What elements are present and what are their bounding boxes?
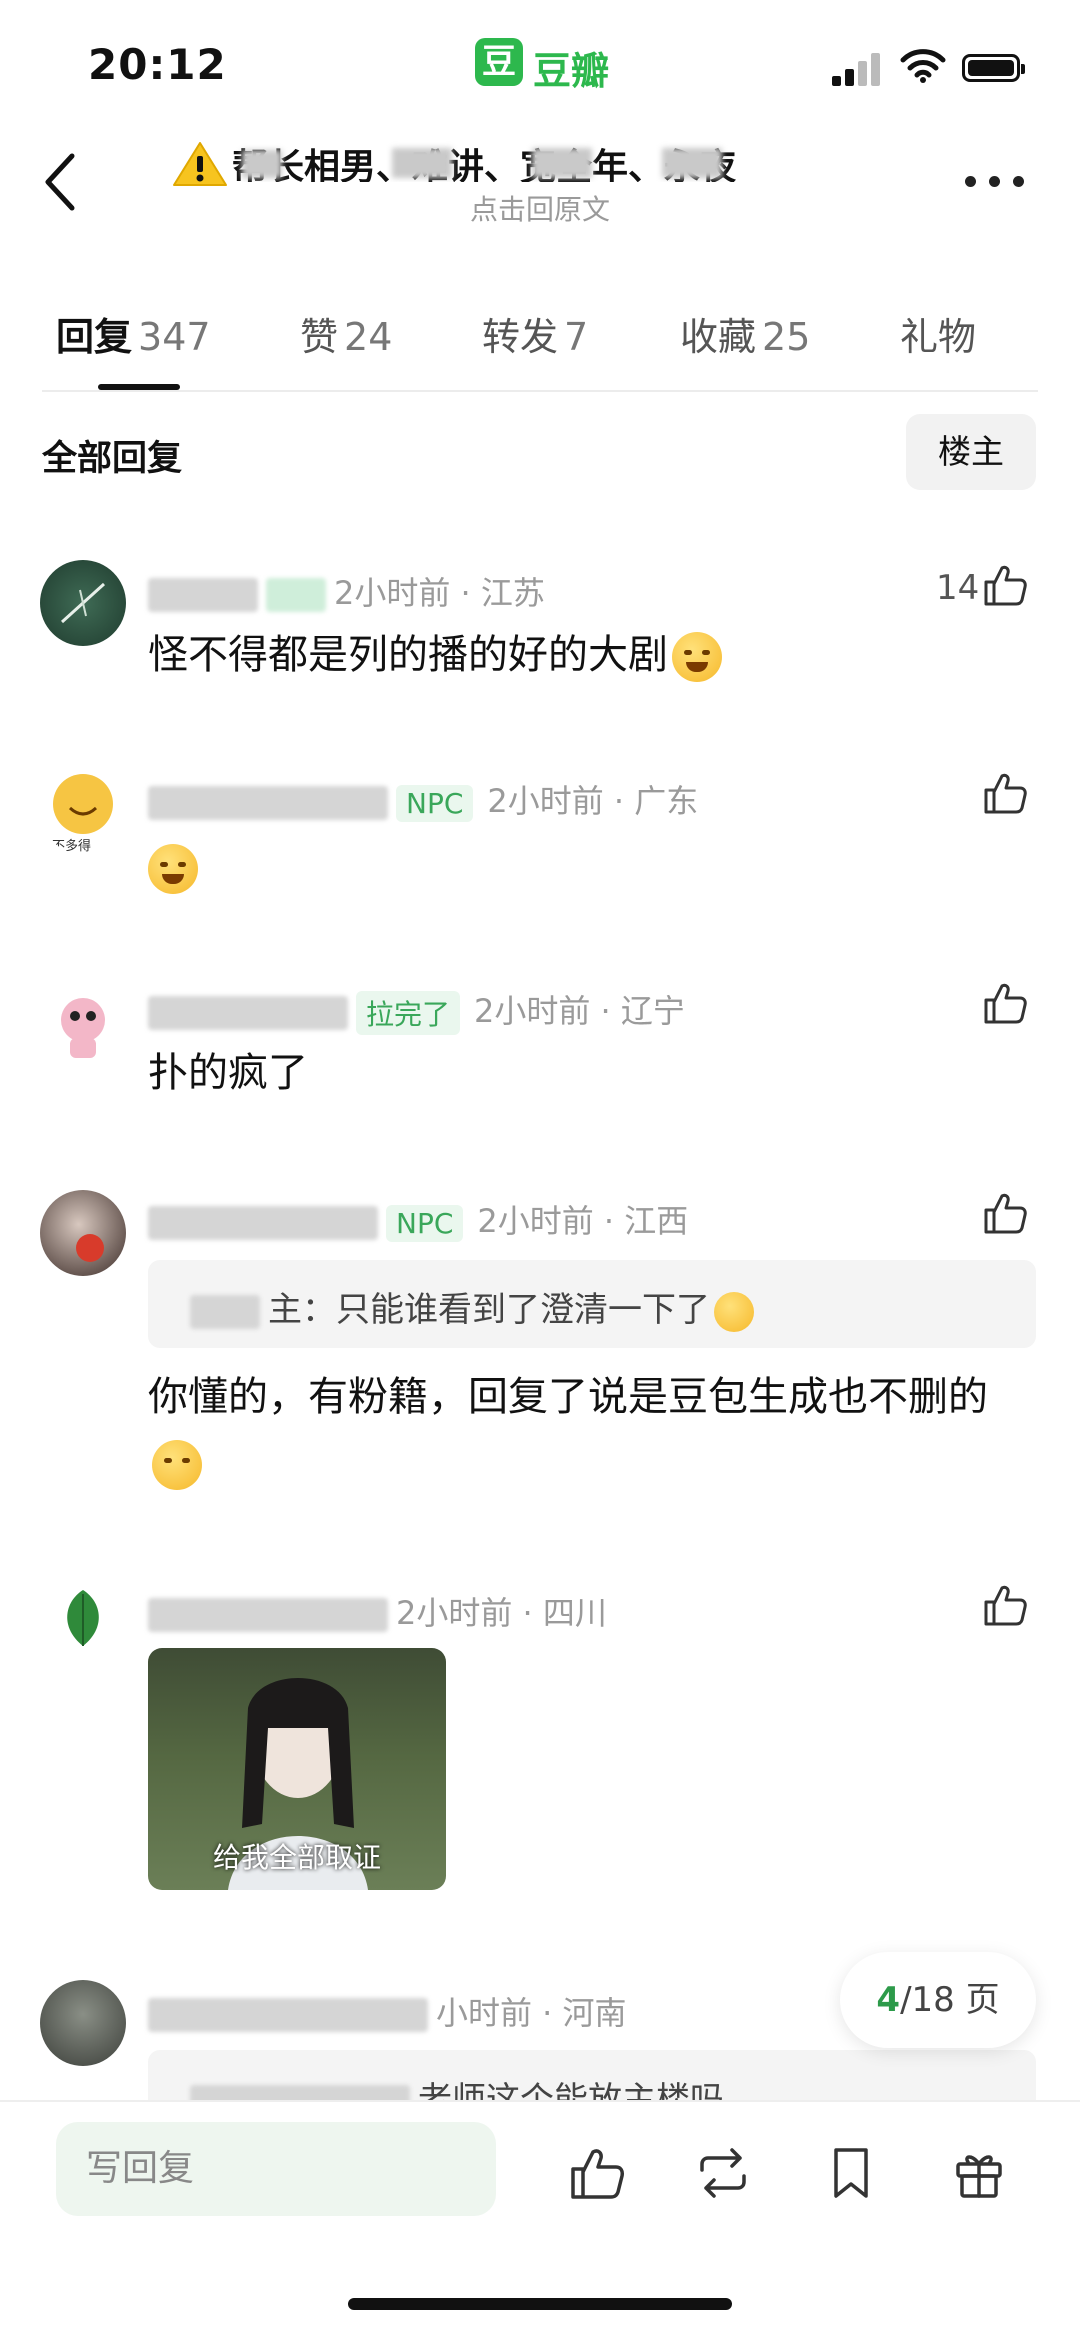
comment-time-location: 2小时前 · 江西 [477,1202,689,1240]
comment-meta: NPC 2小时前 · 江西 [148,1196,688,1242]
thumbs-up-icon[interactable] [982,770,1028,816]
tab-replies[interactable]: 回复 347 [56,306,211,361]
avatar[interactable] [40,560,126,646]
tab-label: 转发 [482,315,559,359]
like-icon[interactable] [568,2144,626,2202]
user-tag: NPC [396,784,474,822]
avatar[interactable] [40,980,126,1066]
username[interactable] [148,1206,378,1240]
comment-time-location: 小时前 · 河南 [436,1994,627,2032]
tab-likes[interactable]: 赞 24 [300,306,392,361]
redaction [532,148,592,178]
thumbs-up-icon[interactable] [982,562,1028,608]
comment-time-location: 2小时前 · 四川 [396,1594,607,1632]
repost-icon[interactable] [694,2144,752,2202]
sweat-smile-emoji-icon [148,844,198,894]
comment-meta: NPC 2小时前 · 广东 [148,776,698,822]
thumbs-up-icon[interactable] [982,1582,1028,1628]
thumbs-up-icon[interactable] [982,980,1028,1026]
username[interactable] [148,1598,388,1632]
comment-text: 怪不得都是列的播的好的大剧 [148,622,722,688]
comment-text: 你懂的，有粉籍，回复了说是豆包生成也不删的 [148,1364,1028,1496]
meme-image[interactable]: 给我全部取证 [148,1648,446,1890]
comment-meta: 小时前 · 河南 [148,1988,627,2034]
comment-meta: 2小时前 · 四川 [148,1588,607,1634]
tab-reposts[interactable]: 转发 7 [482,306,588,361]
comment-text: 扑的疯了 [148,1050,308,1096]
avatar[interactable]: 不多得 [40,768,126,854]
user-tag: 拉完了 [356,991,461,1035]
app-name: 豆瓣 [533,49,610,93]
avatar[interactable] [40,1980,126,2066]
op-only-button[interactable]: 楼主 [906,414,1036,490]
douban-logo-icon: 豆 [475,38,523,86]
comment-meta: 拉完了 2小时前 · 辽宁 [148,986,685,1035]
tab-gifts[interactable]: 礼物 [900,306,976,361]
quoted-username [190,1294,260,1329]
divider [42,390,1038,392]
tab-label: 礼物 [900,315,977,359]
thumbs-up-icon[interactable] [982,1190,1028,1236]
tab-count: 24 [344,315,393,359]
tab-label: 回复 [56,315,133,359]
wifi-icon [900,49,946,83]
status-time: 20:12 [88,40,227,89]
redaction [392,148,452,178]
laugh-cry-emoji-icon [672,632,722,682]
comment-meta: 2小时前 · 江苏 [148,568,545,614]
warning-icon [173,142,227,186]
like-count: 14 [936,568,980,608]
comment-text [148,834,198,900]
tab-count: 25 [762,315,811,359]
post-title-text: 帮长相男、难讲、宽全年、永夜 [232,147,737,182]
svg-text:不多得: 不多得 [52,838,91,854]
redaction [662,148,722,178]
quoted-reply-text: 主：只能谁看到了澄清一下了 [190,1282,754,1332]
bookmark-icon[interactable] [822,2144,880,2202]
tab-collections[interactable]: 收藏 25 [680,306,810,361]
comment-text-content: 怪不得都是列的播的好的大剧 [148,632,668,678]
comment-time-location: 2小时前 · 广东 [487,782,699,820]
tab-count: 347 [138,315,211,359]
current-page: 4 [876,1980,901,2020]
total-pages: /18 页 [900,1980,1000,2020]
reply-input[interactable]: 写回复 [56,2122,496,2216]
home-indicator[interactable] [348,2298,732,2310]
comment-text-content: 你懂的，有粉籍，回复了说是豆包生成也不删的 [148,1374,988,1420]
page-indicator[interactable]: 4/18 页 [840,1952,1036,2048]
back-to-original-link[interactable]: 点击回原文 [0,188,1080,228]
section-title: 全部回复 [42,439,183,479]
quote-content: 主：只能谁看到了澄清一下了 [268,1290,710,1330]
signal-icon [832,52,882,86]
gift-icon[interactable] [950,2144,1008,2202]
user-tag: NPC [386,1204,464,1242]
user-badge [266,578,326,612]
post-title[interactable]: 帮长相男、难讲、宽全年、永夜 [232,138,832,182]
redaction [242,150,282,178]
more-icon[interactable] [965,176,1025,188]
crying-emoji-icon [714,1291,754,1332]
tab-label: 赞 [300,315,339,359]
tab-count: 7 [564,315,589,359]
unamused-emoji-icon [152,1440,202,1490]
username[interactable] [148,1998,428,2032]
comment-time-location: 2小时前 · 辽宁 [474,992,685,1030]
battery-icon [962,54,1025,82]
comment-time-location: 2小时前 · 江苏 [334,574,545,612]
username[interactable] [148,786,388,820]
avatar[interactable] [40,1580,126,1666]
tab-label: 收藏 [680,315,757,359]
username[interactable] [148,996,348,1030]
username[interactable] [148,578,258,612]
avatar[interactable] [40,1190,126,1276]
meme-caption: 给我全部取证 [212,1841,381,1874]
